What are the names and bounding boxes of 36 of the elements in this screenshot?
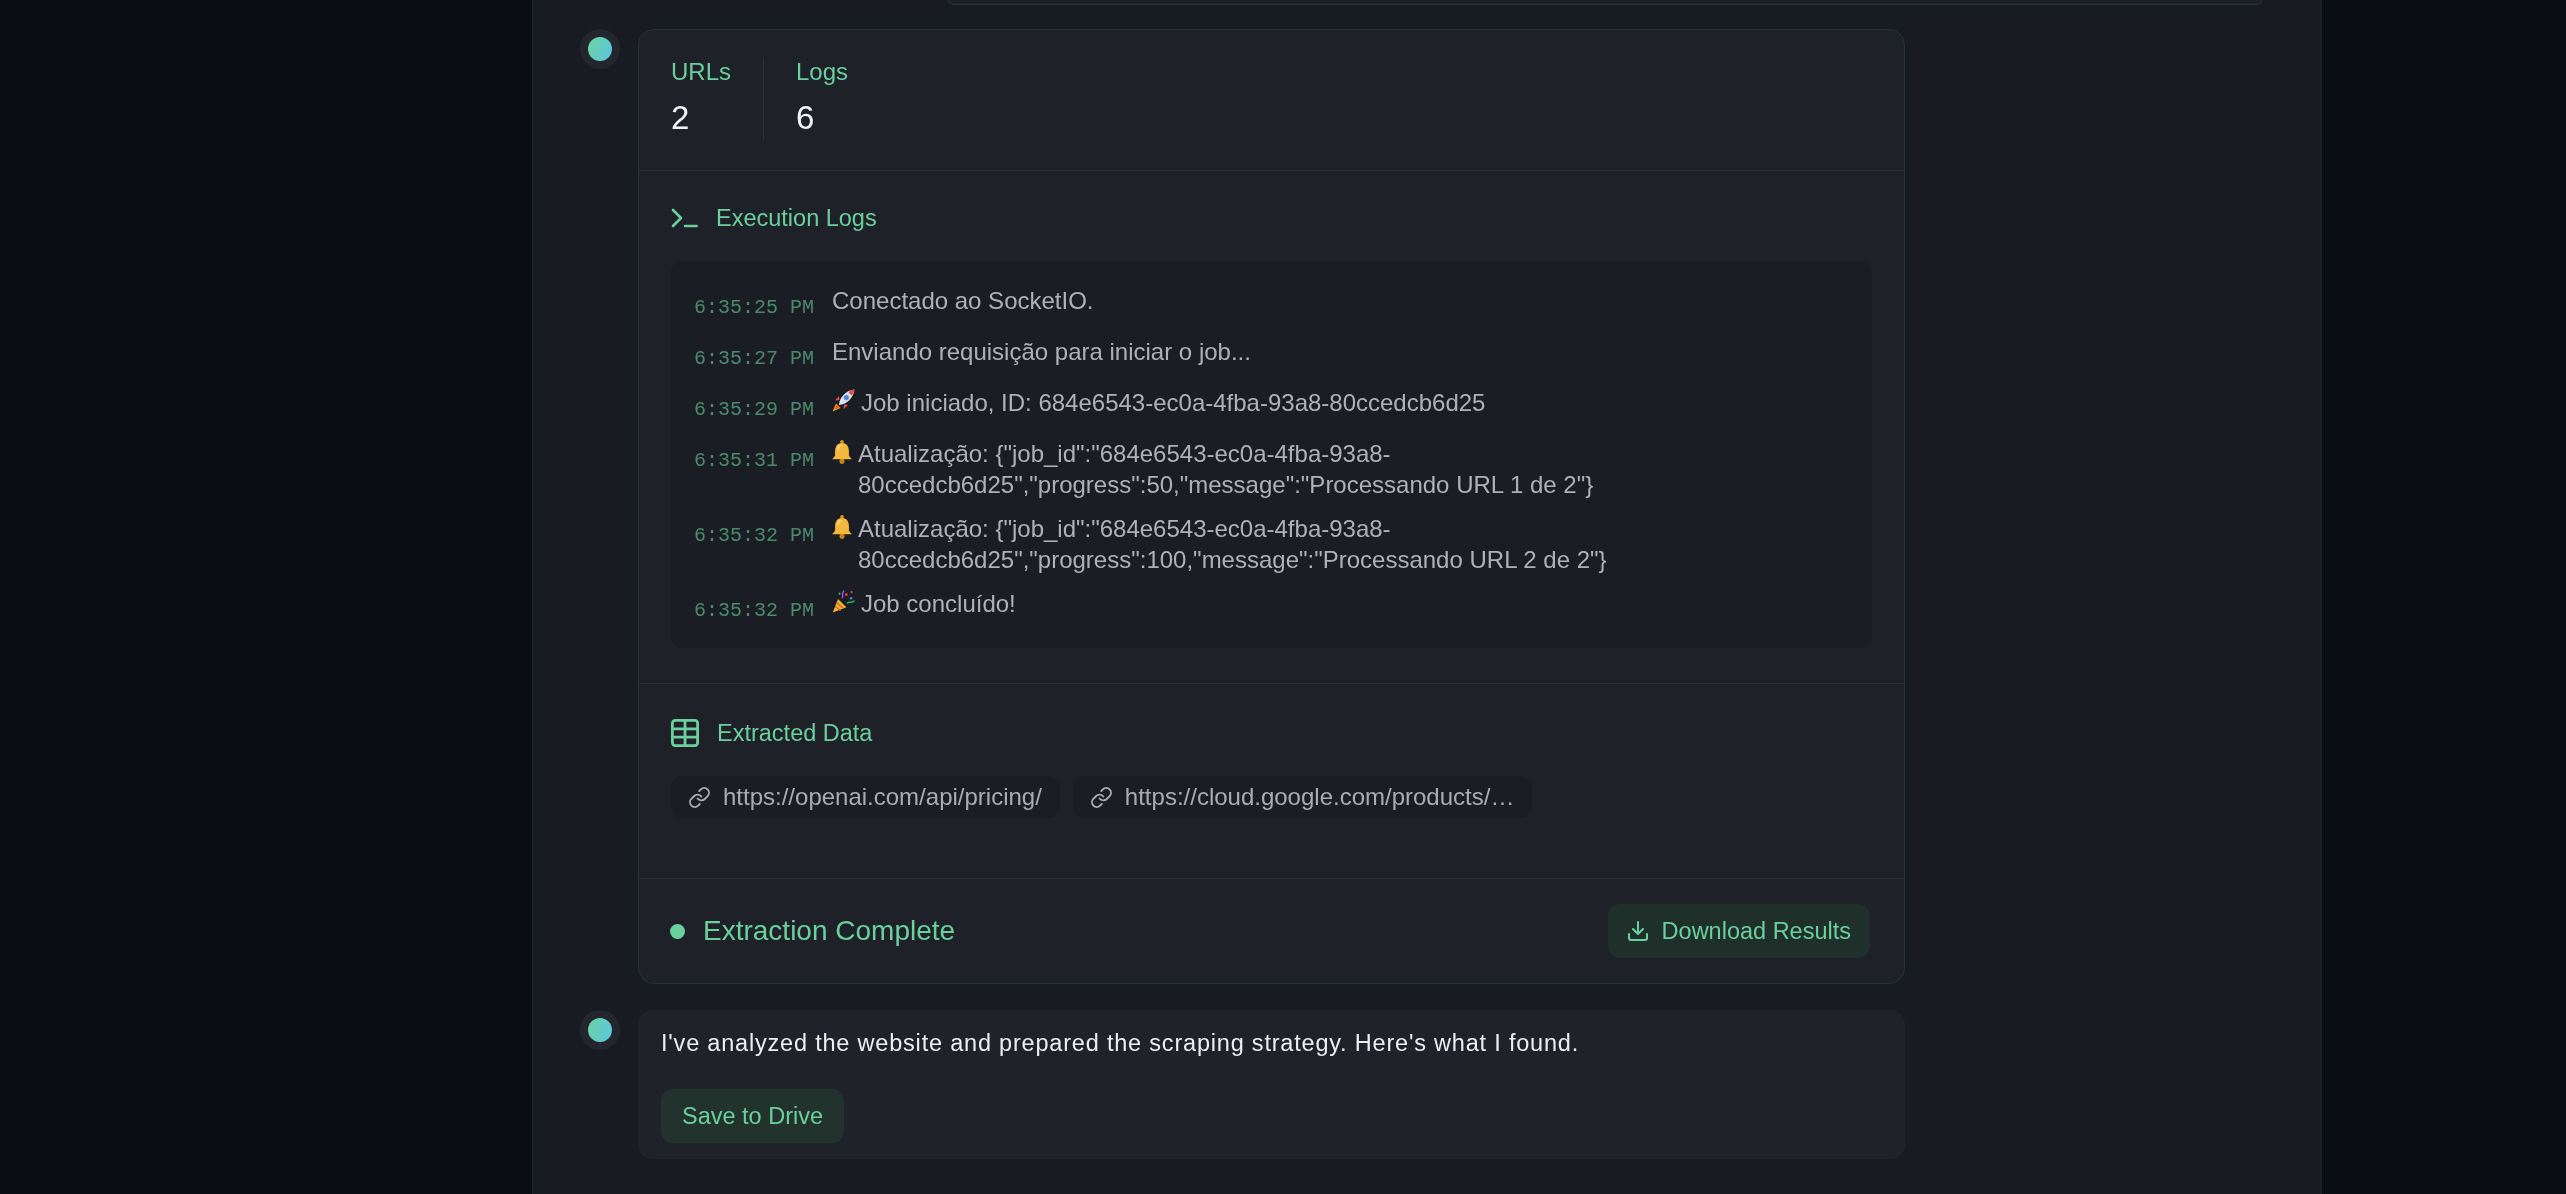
status-dot-icon: [670, 923, 685, 939]
log-timestamp: 6:35:31 PM: [694, 448, 814, 474]
link-icon: [689, 786, 710, 808]
section-title: Execution Logs: [716, 204, 877, 233]
bell-icon: [832, 440, 852, 464]
status-text: Extraction Complete: [703, 915, 956, 947]
save-to-drive-button[interactable]: Save to Drive: [661, 1089, 845, 1143]
log-message: Atualização: {"job_id":"684e6543-ec0a-4fba-93a8-80ccedcb6d25","progress":100,"message":"Processando URL 2 de 2"}: [858, 514, 1608, 575]
log-timestamp: 6:35:25 PM: [694, 295, 814, 321]
log-timestamp: 6:35:27 PM: [694, 346, 814, 372]
terminal-icon: [671, 208, 698, 228]
message-text: I've analyzed the website and prepared the scraping strategy. Here's what I found.: [661, 1029, 1581, 1058]
log-timestamp: 6:35:32 PM: [694, 598, 814, 624]
rocket-icon: [832, 389, 855, 412]
table-icon: [671, 719, 699, 747]
avatar-icon: [580, 1010, 620, 1050]
party-popper-icon: [832, 590, 855, 613]
log-timestamp: 6:35:29 PM: [694, 397, 814, 423]
stat-label: Logs: [796, 57, 849, 87]
download-results-button[interactable]: Download Results: [1607, 904, 1870, 958]
stat-value: 6: [796, 98, 816, 138]
section-title: Extracted Data: [717, 719, 873, 748]
download-icon: [1627, 921, 1648, 941]
log-message: Enviando requisição para iniciar o job...: [832, 337, 1252, 367]
avatar-icon: [580, 29, 620, 69]
stat-label: URLs: [671, 57, 731, 87]
log-message: Job concluído!: [861, 589, 1017, 619]
log-message: Atualização: {"job_id":"684e6543-ec0a-4fba-93a8-80ccedcb6d25","progress":50,"message":"Processando URL 1 de 2"}: [858, 439, 1595, 500]
url-link[interactable]: https://cloud.google.com/products/…: [1072, 776, 1533, 818]
url-link[interactable]: https://openai.com/api/pricing/: [671, 776, 1060, 818]
log-timestamp: 6:35:32 PM: [694, 523, 814, 549]
stat-value: 2: [671, 98, 691, 138]
link-icon: [1090, 786, 1112, 808]
log-message: Job iniciado, ID: 684e6543-ec0a-4fba-93a8-80ccedcb6d25: [861, 388, 1487, 418]
bell-icon: [832, 515, 852, 539]
log-message: Conectado ao SocketIO.: [832, 286, 1095, 316]
